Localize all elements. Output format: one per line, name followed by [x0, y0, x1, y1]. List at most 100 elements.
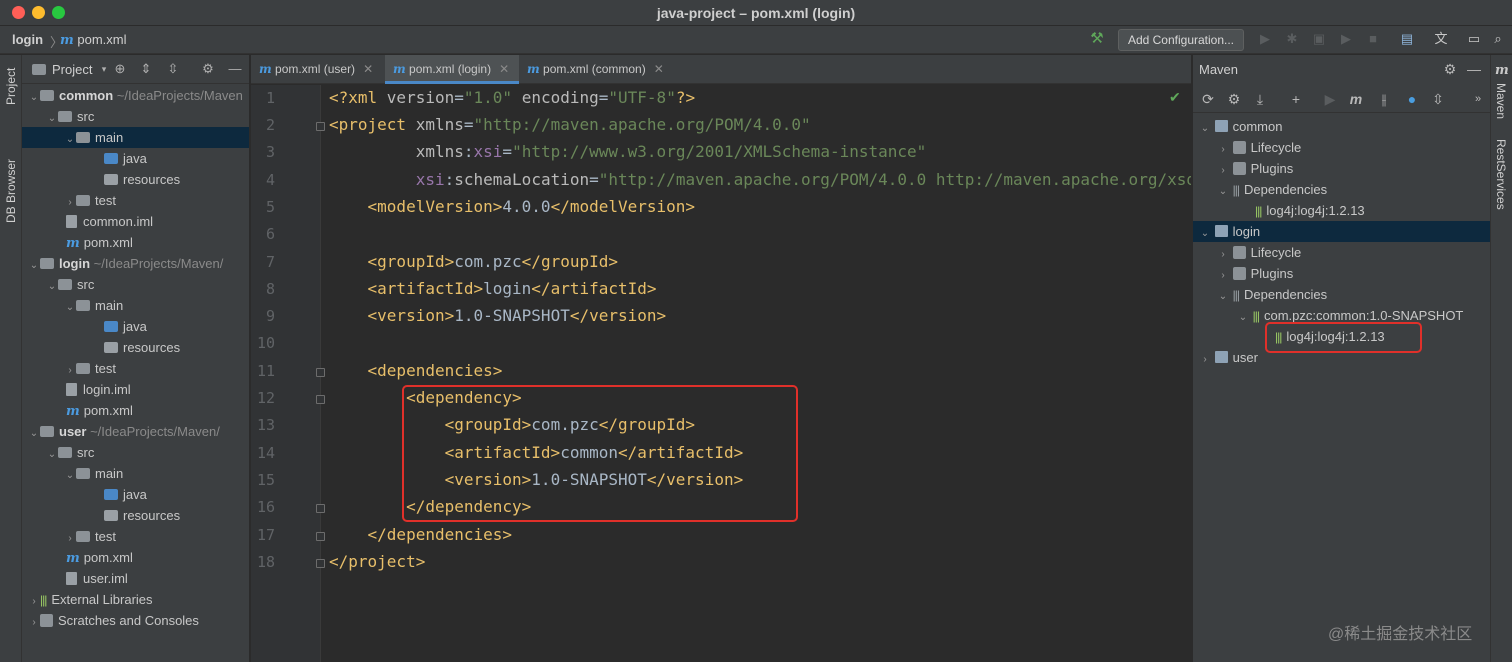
run-icon[interactable]: ▶ — [1257, 31, 1273, 47]
build-hammer-icon[interactable]: ⚒ — [1089, 31, 1105, 47]
chevron-right-icon[interactable]: › — [28, 612, 40, 633]
db-browser-tool-tab[interactable]: DB Browser — [4, 159, 18, 223]
rest-services-tool-tab[interactable]: RestServices — [1494, 139, 1508, 210]
inspection-ok-icon[interactable]: ✔ — [1169, 89, 1181, 106]
tab-pom-user[interactable]: m pom.xml (user) ✕ — [251, 55, 384, 84]
close-icon[interactable]: ✕ — [499, 62, 509, 76]
tab-pom-login[interactable]: m pom.xml (login) ✕ — [385, 55, 519, 84]
tree-item-folder[interactable]: › test — [22, 526, 249, 547]
maven-tool-tab[interactable]: Maven — [1494, 83, 1508, 119]
code-editor[interactable]: 1 2 3 4 5 6 7 8 9 10 11 12 13 14 15 16 1… — [251, 85, 1191, 662]
chevron-down-icon[interactable]: ⌄ — [64, 465, 76, 486]
breadcrumb-file[interactable]: m pom.xml — [60, 32, 127, 48]
gear-icon[interactable]: ⚙ — [200, 61, 216, 77]
tree-item-folder[interactable]: java — [22, 316, 249, 337]
project-structure-icon[interactable]: ▤ — [1399, 31, 1415, 47]
chevron-right-icon[interactable]: › — [64, 192, 76, 213]
skip-tests-icon[interactable]: ● — [1403, 90, 1421, 108]
chevron-down-icon[interactable]: ⌄ — [28, 423, 40, 444]
fold-marker-icon[interactable] — [316, 504, 325, 513]
execute-goal-icon[interactable]: m — [1347, 90, 1365, 108]
tree-item-folder[interactable]: ⌄ src — [22, 274, 249, 297]
chevron-down-icon[interactable]: ⌄ — [1199, 223, 1211, 244]
add-icon[interactable]: + — [1287, 90, 1305, 108]
tree-item-folder[interactable]: ⌄ src — [22, 106, 249, 129]
debug-icon[interactable]: ✱ — [1284, 31, 1300, 47]
tree-item-folder[interactable]: ⌄ src — [22, 442, 249, 465]
tree-item-file[interactable]: m pom.xml — [22, 400, 249, 421]
maven-tree-item[interactable]: ⌄ ||| Dependencies — [1193, 179, 1490, 200]
close-icon[interactable]: ✕ — [654, 62, 664, 76]
fold-marker-icon[interactable] — [316, 395, 325, 404]
maven-tree-item-project[interactable]: › user — [1193, 347, 1490, 368]
chevron-down-icon[interactable]: ⌄ — [1199, 118, 1211, 139]
chevron-down-icon[interactable]: ⌄ — [1217, 286, 1229, 307]
toggle-offline-icon[interactable]: ⫲ — [1375, 90, 1393, 108]
tree-item-external-libraries[interactable]: › ||| External Libraries — [22, 589, 249, 612]
translate-icon[interactable]: 文 — [1433, 31, 1449, 47]
tree-item-folder[interactable]: ⌄ main — [22, 295, 249, 318]
fold-marker-icon[interactable] — [316, 559, 325, 568]
tree-item-folder[interactable]: java — [22, 148, 249, 169]
chevron-down-icon[interactable]: ⌄ — [46, 108, 58, 129]
tree-item-module[interactable]: ⌄ common ~/IdeaProjects/Maven — [22, 85, 249, 106]
more-icon[interactable]: » — [1469, 90, 1487, 108]
chevron-down-icon[interactable]: ▾ — [96, 61, 112, 77]
tree-item-file[interactable]: m pom.xml — [22, 547, 249, 568]
chevron-down-icon[interactable]: ⌄ — [46, 444, 58, 465]
maven-tree-item[interactable]: › Lifecycle — [1193, 137, 1490, 158]
tree-item-folder[interactable]: resources — [22, 505, 249, 526]
tree-item-scratches[interactable]: › Scratches and Consoles — [22, 610, 249, 633]
collapse-all-icon[interactable]: ⇳ — [165, 61, 181, 77]
chevron-right-icon[interactable]: › — [1199, 349, 1211, 370]
tree-item-file[interactable]: m pom.xml — [22, 232, 249, 253]
layout-icon[interactable]: ▭ — [1466, 31, 1482, 47]
maven-tree-item-project[interactable]: ⌄ login — [1193, 221, 1490, 242]
download-icon[interactable]: ⤓ — [1251, 90, 1269, 108]
search-icon[interactable]: ⌕ — [1490, 31, 1506, 47]
gear-icon[interactable]: ⚙ — [1441, 60, 1459, 78]
locate-target-icon[interactable]: ⊕ — [112, 61, 128, 77]
fold-marker-icon[interactable] — [316, 532, 325, 541]
chevron-down-icon[interactable]: ⌄ — [64, 297, 76, 318]
tree-item-folder[interactable]: ⌄ main — [22, 463, 249, 486]
tree-item-folder[interactable]: › test — [22, 190, 249, 213]
breadcrumb-module[interactable]: login — [12, 32, 43, 47]
collapse-all-icon[interactable]: ⇳ — [1429, 90, 1447, 108]
tab-pom-common[interactable]: m pom.xml (common) ✕ — [519, 55, 671, 84]
maven-tree-item[interactable]: › Plugins — [1193, 158, 1490, 179]
chevron-right-icon[interactable]: › — [1217, 160, 1229, 181]
coverage-icon[interactable]: ▣ — [1311, 31, 1327, 47]
chevron-right-icon[interactable]: › — [1217, 139, 1229, 160]
tree-item-file[interactable]: user.iml — [22, 568, 249, 589]
profile-icon[interactable]: ▶ — [1338, 31, 1354, 47]
tree-item-module[interactable]: ⌄ user ~/IdeaProjects/Maven/ — [22, 421, 249, 444]
reload-icon[interactable]: ⟳ — [1199, 90, 1217, 108]
chevron-down-icon[interactable]: ⌄ — [46, 276, 58, 297]
stop-icon[interactable]: ■ — [1365, 31, 1381, 47]
tree-item-folder[interactable]: ⌄ main — [22, 127, 249, 148]
fold-marker-icon[interactable] — [316, 122, 325, 131]
chevron-down-icon[interactable]: ⌄ — [1237, 307, 1249, 328]
close-icon[interactable]: ✕ — [363, 62, 373, 76]
fold-marker-icon[interactable] — [316, 368, 325, 377]
chevron-right-icon[interactable]: › — [1217, 244, 1229, 265]
project-panel-title[interactable]: Project — [52, 62, 92, 77]
chevron-right-icon[interactable]: › — [64, 360, 76, 381]
run-icon[interactable]: ▶ — [1321, 90, 1339, 108]
tree-item-folder[interactable]: java — [22, 484, 249, 505]
tree-item-module[interactable]: ⌄ login ~/IdeaProjects/Maven/ — [22, 253, 249, 276]
hide-panel-icon[interactable]: — — [227, 61, 243, 77]
hide-panel-icon[interactable]: — — [1465, 60, 1483, 78]
maven-tree-item-project[interactable]: ⌄ common — [1193, 116, 1490, 137]
maven-tree-item[interactable]: › Lifecycle — [1193, 242, 1490, 263]
chevron-down-icon[interactable]: ⌄ — [28, 255, 40, 276]
tree-item-folder[interactable]: resources — [22, 337, 249, 358]
chevron-right-icon[interactable]: › — [28, 591, 40, 612]
maven-tree-item[interactable]: ⌄ ||| Dependencies — [1193, 284, 1490, 305]
tree-item-folder[interactable]: › test — [22, 358, 249, 381]
tree-item-folder[interactable]: resources — [22, 169, 249, 190]
tree-item-file[interactable]: common.iml — [22, 211, 249, 232]
add-configuration-button[interactable]: Add Configuration... — [1118, 29, 1244, 51]
maven-tree-item[interactable]: › Plugins — [1193, 263, 1490, 284]
